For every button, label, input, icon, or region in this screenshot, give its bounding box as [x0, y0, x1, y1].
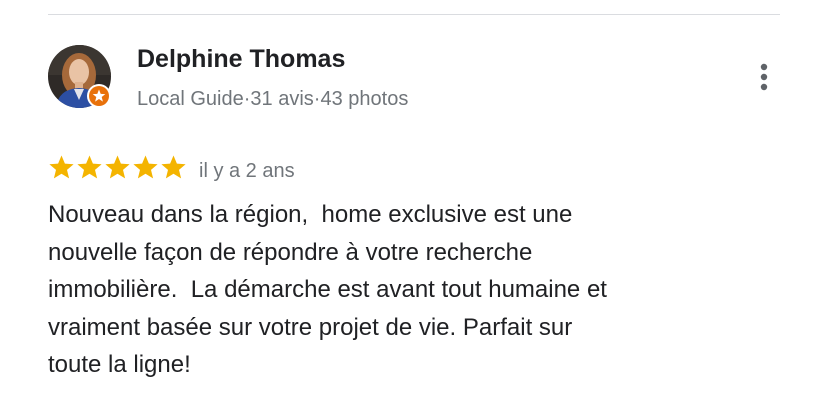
reviewer-role: Local Guide [137, 88, 244, 110]
star-rating [48, 154, 187, 182]
more-vert-icon [760, 63, 768, 91]
more-options-button[interactable] [748, 60, 780, 94]
reviewer-photo-count: 43 photos [320, 88, 409, 110]
top-divider [48, 14, 780, 15]
review-text-line: vraiment basée sur votre projet de vie. … [48, 313, 573, 341]
star-icon [104, 154, 131, 181]
review-text-line: toute la ligne! [48, 351, 191, 378]
reviewer-name[interactable]: Delphine Thomas [137, 45, 345, 74]
star-icon [160, 154, 187, 181]
review-text-line: Nouveau dans la région, home exclusive e… [48, 201, 573, 228]
reviewer-meta: Local Guide·31 avis·43 photos [137, 88, 408, 111]
star-icon [132, 154, 159, 181]
review-text-line: immobilière. La démarche est avant tout … [48, 276, 607, 303]
local-guide-badge-icon [86, 83, 112, 109]
star-icon [48, 154, 75, 181]
star-icon [76, 154, 103, 181]
review-text-line: nouvelle façon de répondre à votre reche… [48, 238, 533, 266]
reviewer-review-count: 31 avis [250, 88, 314, 110]
review-text: Nouveau dans la région, home exclusive e… [48, 196, 748, 384]
review-time: il y a 2 ans [199, 160, 295, 182]
